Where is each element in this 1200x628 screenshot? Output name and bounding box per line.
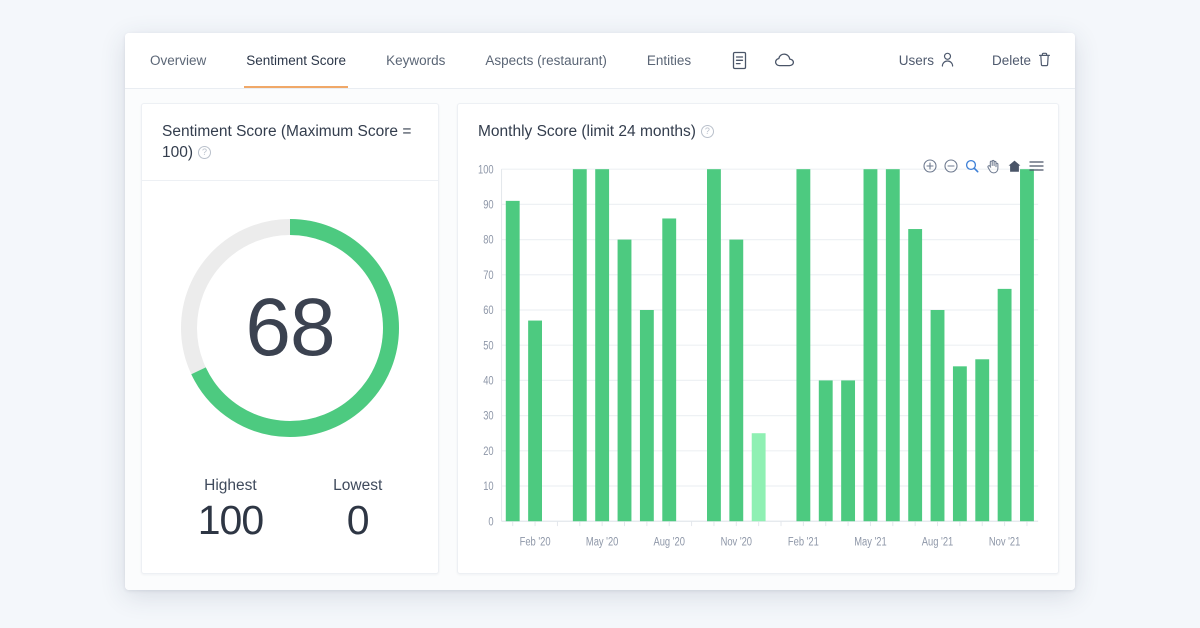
tab-label: Overview [150,53,207,68]
y-axis-tick-label: 0 [488,515,493,528]
stat-lowest-value: 0 [346,496,370,543]
x-axis-tick-label: Nov '20 [721,536,753,549]
y-axis-tick-label: 30 [483,410,494,423]
chart-bar[interactable] [662,218,677,522]
selection-zoom-icon[interactable] [965,159,979,173]
chart-bar[interactable] [729,239,744,522]
y-axis-tick-label: 20 [483,445,494,458]
tab-list: Overview Sentiment Score Keywords Aspect… [125,33,711,88]
y-axis-tick-label: 70 [483,269,494,282]
x-axis-tick-label: May '20 [586,536,619,549]
y-axis-tick-label: 40 [483,375,494,388]
y-axis-tick-label: 60 [483,304,494,317]
chart-bar[interactable] [528,320,543,522]
chart-bar[interactable] [975,359,990,522]
cloud-icon[interactable] [774,52,797,69]
chart-bar[interactable] [841,380,856,522]
menu-icon[interactable] [1029,160,1044,172]
chart-bar[interactable] [505,200,520,522]
monthly-score-chart-area: 0 10 20 30 40 50 60 70 80 90 100 Feb '20 May '20 Aug … [458,153,1058,573]
tab-aspects[interactable]: Aspects (restaurant) [465,33,627,88]
monthly-score-title: Monthly Score (limit 24 months) [478,123,696,140]
x-axis-tick-label: Feb '21 [788,536,819,549]
x-axis-tick-label: Feb '20 [520,536,551,549]
chart-bar[interactable] [997,288,1012,522]
chart-bar[interactable] [796,169,811,522]
tab-overview[interactable]: Overview [125,33,226,88]
chart-bar[interactable] [818,380,833,522]
chart-bar[interactable] [707,169,721,522]
user-icon [941,52,954,70]
trash-icon [1038,52,1051,70]
chart-bar[interactable] [908,228,923,522]
score-stats: Highest 100 Lowest 0 [142,477,438,544]
chart-bar[interactable] [1020,169,1034,522]
dashboard-content: Sentiment Score (Maximum Score = 100)? 6… [125,89,1075,590]
x-axis-tick-label: Nov '21 [989,536,1021,549]
zoom-out-icon[interactable] [944,159,958,173]
y-axis-tick-label: 10 [483,480,494,493]
users-button[interactable]: Users [899,52,954,70]
monthly-score-card-header: Monthly Score (limit 24 months)? [458,104,1058,153]
top-icon-group [711,33,797,88]
chart-toolbar [923,159,1044,174]
x-axis-tick-label: Aug '21 [922,536,954,549]
y-axis-tick-label: 100 [478,163,494,176]
stat-lowest-label: Lowest [333,476,383,494]
help-icon[interactable]: ? [700,125,714,138]
page-background: Overview Sentiment Score Keywords Aspect… [0,0,1200,628]
tab-label: Entities [646,53,692,68]
chart-bar[interactable] [863,169,878,522]
monthly-score-bar-chart[interactable]: 0 10 20 30 40 50 60 70 80 90 100 Feb '20 May '20 Aug … [468,157,1048,565]
delete-label: Delete [991,53,1031,68]
gauge-container: 68 Highest 100 Lowest 0 [142,181,438,573]
document-icon[interactable] [731,51,748,70]
top-actions: Users Delete [899,33,1051,88]
chart-bar[interactable] [952,366,967,522]
stat-highest-label: Highest [204,476,257,494]
tab-sentiment-score[interactable]: Sentiment Score [226,33,366,88]
zoom-in-icon[interactable] [923,159,937,173]
gauge-score-value: 68 [245,281,335,373]
sentiment-gauge: 68 [173,211,407,445]
y-axis-tick-label: 80 [483,234,494,247]
users-label: Users [898,53,934,68]
tab-label: Sentiment Score [246,53,347,68]
chart-bar[interactable] [572,169,587,522]
delete-button[interactable]: Delete [992,52,1051,70]
app-window: Overview Sentiment Score Keywords Aspect… [125,33,1075,590]
sentiment-score-card-header: Sentiment Score (Maximum Score = 100)? [142,104,438,181]
y-axis-tick-label: 90 [483,199,494,212]
monthly-score-card: Monthly Score (limit 24 months)? 0 10 20… [457,103,1059,574]
sentiment-score-card: Sentiment Score (Maximum Score = 100)? 6… [141,103,439,574]
tab-label: Aspects (restaurant) [485,53,607,68]
help-icon[interactable]: ? [198,145,212,159]
stat-highest-value: 100 [197,496,264,543]
tab-entities[interactable]: Entities [627,33,711,88]
x-axis-tick-label: Aug '20 [653,536,685,549]
chart-bar[interactable] [617,239,632,522]
chart-bar[interactable] [595,169,610,522]
stat-lowest: Lowest 0 [333,477,382,544]
stat-highest: Highest 100 [197,476,264,544]
chart-bar[interactable] [751,433,766,522]
panning-icon[interactable] [986,159,1000,174]
y-axis-tick-label: 50 [483,339,494,352]
top-navigation-bar: Overview Sentiment Score Keywords Aspect… [125,33,1075,89]
x-axis-tick-label: May '21 [854,536,887,549]
tab-keywords[interactable]: Keywords [366,33,465,88]
chart-bar[interactable] [639,309,654,522]
chart-bar[interactable] [885,169,900,522]
chart-bar[interactable] [930,309,945,522]
tab-label: Keywords [386,53,446,68]
reset-zoom-icon[interactable] [1007,159,1022,173]
